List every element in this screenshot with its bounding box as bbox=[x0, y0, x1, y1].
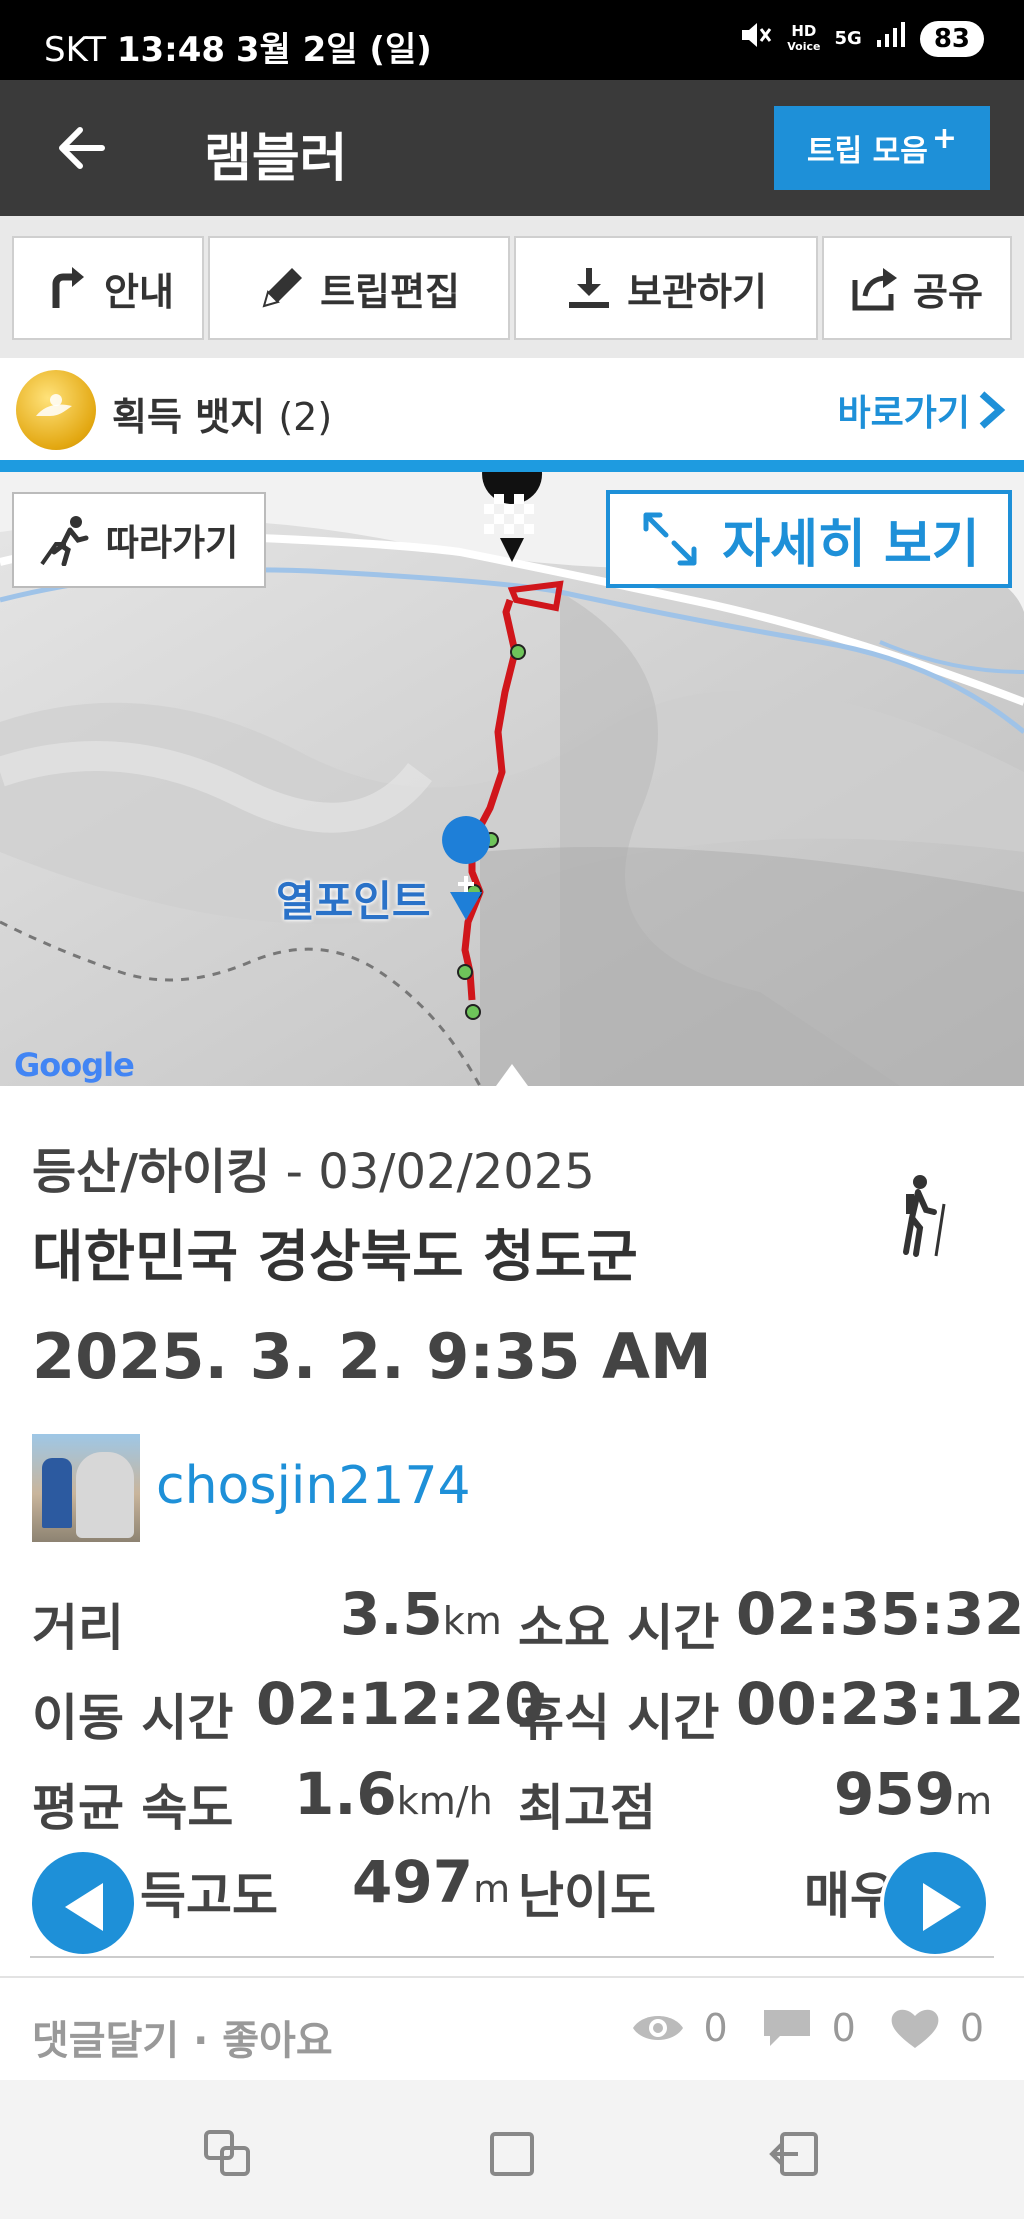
badges-row[interactable]: 획득 뱃지 (2) 바로가기 bbox=[0, 358, 1024, 460]
clock: 13:48 bbox=[116, 30, 226, 70]
triangle-right-icon bbox=[923, 1883, 961, 1931]
follow-label: 따라가기 bbox=[105, 523, 239, 564]
like-count: 0 bbox=[959, 2006, 984, 2050]
next-trip-button[interactable] bbox=[880, 1848, 990, 1958]
max-altitude-value: 959m bbox=[834, 1760, 993, 1828]
activity-line: 등산/하이킹 - 03/02/2025 bbox=[32, 1132, 595, 1202]
plus-icon: + bbox=[931, 120, 957, 156]
username-link[interactable]: chosjin2174 bbox=[156, 1456, 471, 1516]
save-label: 보관하기 bbox=[627, 269, 767, 314]
back-arrow-icon[interactable] bbox=[52, 118, 112, 178]
poi-label: 열포인트 bbox=[276, 877, 431, 926]
elevation-gain-label: 득고도 bbox=[140, 1867, 278, 1925]
status-icons: HD Voice 5G 83 bbox=[739, 20, 984, 57]
comment-like-link[interactable]: 댓글달기 · 좋아요 bbox=[32, 2008, 333, 2066]
badge-title: 획득 뱃지 bbox=[112, 395, 266, 439]
rest-time-value: 00:23:12 bbox=[736, 1670, 1024, 1738]
hiker-follow-icon bbox=[40, 516, 89, 566]
share-button[interactable]: 공유 bbox=[822, 236, 1012, 340]
divider-bar bbox=[0, 460, 1024, 472]
download-icon bbox=[569, 268, 610, 308]
previous-trip-button[interactable] bbox=[28, 1848, 138, 1958]
moving-time-value: 02:12:20 bbox=[256, 1670, 545, 1738]
action-toolbar: 안내 트립편집 보관하기 공유 bbox=[0, 216, 1024, 358]
chevron-right-icon bbox=[979, 391, 1006, 429]
duration-value: 02:35:32 bbox=[736, 1580, 1024, 1648]
guide-label: 안내 bbox=[104, 269, 174, 314]
avg-speed-label: 평균 속도 bbox=[32, 1779, 234, 1837]
app-title: 램블러 bbox=[204, 129, 348, 189]
goto-label: 바로가기 bbox=[837, 393, 970, 434]
heart-icon[interactable] bbox=[888, 2006, 942, 2050]
elevation-gain-value: 497m bbox=[352, 1848, 511, 1916]
user-avatar[interactable] bbox=[32, 1434, 140, 1542]
eye-icon bbox=[633, 2016, 684, 2040]
distance-label: 거리 bbox=[32, 1599, 124, 1657]
badge-medal-icon bbox=[16, 370, 96, 450]
social-counters: 0 0 0 bbox=[631, 2006, 984, 2050]
battery-level: 83 bbox=[919, 20, 984, 57]
rest-time-label: 휴식 시간 bbox=[518, 1689, 720, 1747]
goto-link[interactable]: 바로가기 bbox=[838, 384, 1006, 436]
pencil-icon bbox=[262, 268, 303, 308]
app-bar: 램블러 트립 모음 + bbox=[0, 80, 1024, 216]
social-bar: 댓글달기 · 좋아요 0 0 0 bbox=[0, 1976, 1024, 2080]
back-nav-icon[interactable] bbox=[768, 2126, 824, 2182]
carrier: SKT bbox=[44, 30, 107, 70]
home-icon[interactable] bbox=[484, 2126, 540, 2182]
edit-trip-button[interactable]: 트립편집 bbox=[208, 236, 510, 340]
trip-datetime: 2025. 3. 2. 9:35 AM bbox=[32, 1320, 712, 1393]
expand-icon bbox=[643, 512, 697, 566]
edit-trip-label: 트립편집 bbox=[320, 269, 460, 314]
triangle-left-icon bbox=[65, 1883, 103, 1931]
network-5g-icon: 5G bbox=[834, 27, 862, 49]
badge-label: 획득 뱃지 (2) bbox=[112, 386, 332, 441]
mute-icon bbox=[739, 20, 773, 57]
trip-collection-label: 트립 모음 bbox=[807, 134, 928, 169]
signal-icon bbox=[876, 22, 906, 55]
comment-box-edge bbox=[30, 1956, 994, 1958]
duration-label: 소요 시간 bbox=[518, 1599, 720, 1657]
comment-count: 0 bbox=[831, 2006, 856, 2050]
hd-voice-icon: HD Voice bbox=[787, 21, 821, 53]
hiking-icon bbox=[903, 1175, 946, 1257]
status-left: SKT 13:48 3월 2일 (일) bbox=[44, 22, 432, 71]
trip-location: 대한민국 경상북도 청도군 bbox=[32, 1225, 638, 1290]
view-count: 0 bbox=[703, 2006, 728, 2050]
recent-apps-icon[interactable] bbox=[200, 2126, 256, 2182]
badge-count: (2) bbox=[278, 395, 333, 439]
guide-button[interactable]: 안내 bbox=[12, 236, 204, 340]
distance-value: 3.5km bbox=[340, 1580, 502, 1648]
share-label: 공유 bbox=[913, 269, 983, 314]
max-altitude-label: 최고점 bbox=[518, 1779, 656, 1837]
google-attribution: Google bbox=[14, 1046, 135, 1084]
detail-view-label: 자세히 보기 bbox=[722, 514, 980, 575]
moving-time-label: 이동 시간 bbox=[32, 1689, 234, 1747]
activity-sep: - bbox=[270, 1144, 319, 1200]
turn-arrow-icon bbox=[52, 267, 85, 308]
follow-button[interactable]: 따라가기 bbox=[12, 492, 266, 588]
avg-speed-value: 1.6km/h bbox=[294, 1760, 493, 1828]
detail-view-button[interactable]: 자세히 보기 bbox=[606, 490, 1012, 588]
save-button[interactable]: 보관하기 bbox=[514, 236, 818, 340]
activity-type: 등산/하이킹 bbox=[32, 1144, 271, 1200]
comment-icon[interactable] bbox=[760, 2006, 814, 2050]
status-date: 3월 2일 (일) bbox=[235, 30, 432, 70]
status-bar: SKT 13:48 3월 2일 (일) HD Voice 5G 83 bbox=[0, 0, 1024, 80]
trip-details: 등산/하이킹 - 03/02/2025 대한민국 경상북도 청도군 2025. … bbox=[0, 1086, 1024, 1976]
difficulty-label: 난이도 bbox=[518, 1867, 656, 1925]
route-map[interactable]: 따라가기 자세히 보기 열포인트 Google bbox=[0, 472, 1024, 1086]
system-nav-bar bbox=[0, 2080, 1024, 2219]
trip-collection-button[interactable]: 트립 모음 + bbox=[774, 106, 990, 190]
share-icon bbox=[852, 268, 898, 311]
activity-date: 03/02/2025 bbox=[318, 1144, 595, 1200]
